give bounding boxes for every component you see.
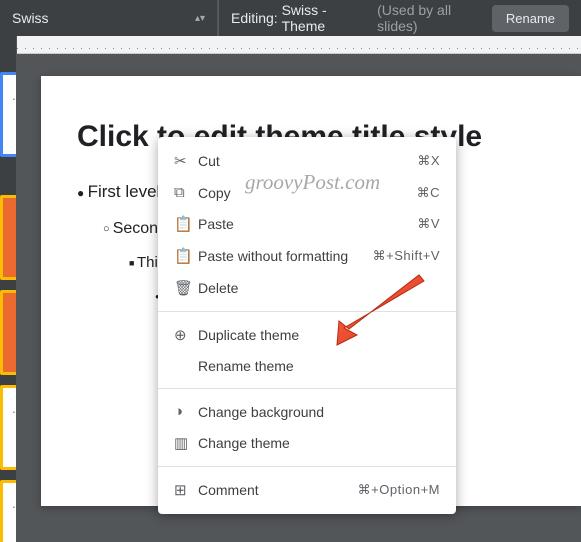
menu-change-background[interactable]: ◑ Change background [158,396,456,427]
editing-title: Swiss - Theme [282,2,372,34]
used-by-label: (Used by all slides) [377,2,492,34]
theme-icon: ▥ [174,434,198,452]
thumb-title: Click to edit theme title style [3,388,17,405]
menu-duplicate-theme[interactable]: ⊕ Duplicate theme [158,319,456,351]
menu-shortcut: ⌘+Option+M [358,482,440,498]
layout-thumbnail-2[interactable]: Click to edit theme title style [0,290,17,375]
thumb-title: Click to edit theme title style [3,198,17,231]
theme-section-label: THEME [0,44,17,68]
duplicate-icon: ⊕ [174,326,198,344]
menu-shortcut: ⌘+Shift+V [373,248,440,264]
menu-paste-without-formatting[interactable]: 📋 Paste without formatting ⌘+Shift+V [158,240,456,272]
layout-thumbnail-4[interactable]: Click to edit theme title style First le… [0,480,17,542]
thumb-title: Click to edit theme title style [3,483,17,500]
comment-icon: ⊞ [174,481,198,499]
thumb-bullets: First level Second level Third level [3,92,17,124]
delete-icon: 🗑 [174,279,198,297]
thumb-subtitle: Click to edit theme subtitle style [3,261,17,267]
thumb-bullets: First level Second level Third level [3,405,17,437]
paste-plain-icon: 📋 [174,247,198,265]
menu-label: Delete [198,280,440,296]
paste-icon: 📋 [174,215,198,233]
thumb-title: Click to edit theme title style [3,75,17,92]
chevron-updown-icon: ▴▾ [195,13,205,24]
theme-dropdown[interactable]: Swiss ▴▾ [0,0,218,36]
menu-change-theme[interactable]: ▥ Change theme [158,427,456,459]
horizontal-ruler[interactable] [17,36,581,54]
menu-label: Cut [198,153,417,169]
menu-label: Comment [198,482,358,498]
menu-label: Change theme [198,435,440,451]
editing-prefix: Editing: [231,10,278,26]
menu-cut[interactable]: ✂ Cut ⌘X [158,145,456,177]
thumb-title: Click to edit theme title style [3,293,17,326]
background-icon: ◑ [174,403,198,420]
copy-icon: ⧉ [174,184,198,201]
thumb-bullets: First level Second level [3,500,17,524]
context-menu: ✂ Cut ⌘X ⧉ Copy ⌘C 📋 Paste ⌘V 📋 Paste wi… [158,137,456,514]
menu-copy[interactable]: ⧉ Copy ⌘C [158,177,456,208]
menu-comment[interactable]: ⊞ Comment ⌘+Option+M [158,474,456,506]
menu-paste[interactable]: 📋 Paste ⌘V [158,208,456,240]
menu-shortcut: ⌘V [417,216,440,232]
menu-label: Copy [198,185,417,201]
menu-separator [158,311,456,312]
menu-rename-theme[interactable]: Rename theme [158,351,456,381]
editing-header: Editing: Swiss - Theme (Used by all slid… [218,0,581,36]
menu-label: Duplicate theme [198,327,440,343]
menu-label: Paste [198,216,417,232]
layouts-section-label: LAYOUTS [0,167,17,191]
theme-dropdown-label: Swiss [12,10,49,26]
menu-label: Paste without formatting [198,248,373,264]
menu-separator [158,466,456,467]
menu-separator [158,388,456,389]
rename-button[interactable]: Rename [492,5,569,32]
menu-shortcut: ⌘C [417,185,440,201]
layout-thumbnail-1[interactable]: Click to edit theme title style Click to… [0,195,17,280]
theme-thumbnail[interactable]: Click to edit theme title style First le… [0,72,17,157]
menu-label: Rename theme [198,358,440,374]
menu-label: Change background [198,404,440,420]
layout-thumbnail-3[interactable]: Click to edit theme title style First le… [0,385,17,470]
theme-sidebar: THEME Click to edit theme title style Fi… [0,36,17,542]
menu-delete[interactable]: 🗑 Delete [158,272,456,304]
menu-shortcut: ⌘X [417,153,440,169]
cut-icon: ✂ [174,152,198,170]
